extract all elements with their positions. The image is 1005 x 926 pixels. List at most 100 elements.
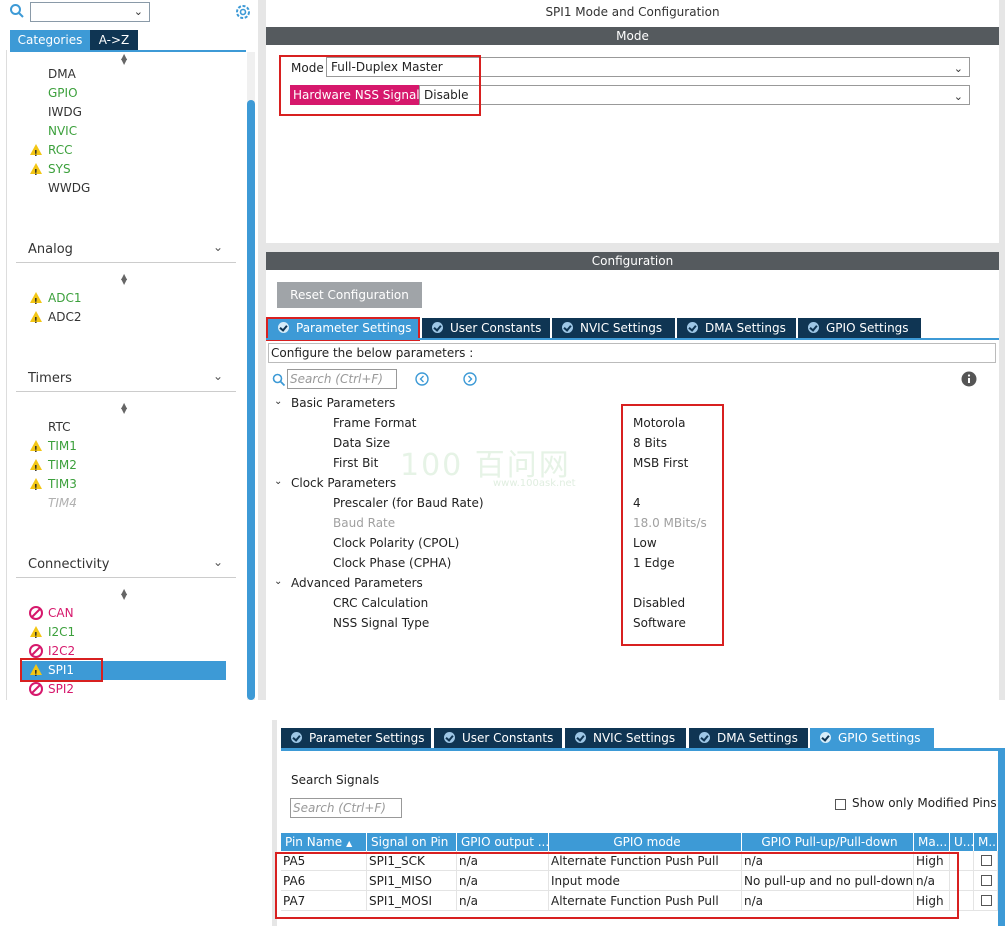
sort-icon[interactable]: ▲ ▼	[121, 588, 127, 601]
table-cell[interactable]	[974, 851, 998, 871]
category-item-label: I2C2	[48, 644, 76, 658]
search-icon[interactable]	[9, 3, 25, 19]
table-cell[interactable]	[974, 871, 998, 891]
scrollbar-thumb[interactable]	[247, 100, 255, 700]
divider	[16, 577, 236, 578]
chevron-down-icon[interactable]: ⌄	[213, 240, 223, 254]
category-item[interactable]: TIM3	[30, 475, 77, 497]
param-label: Clock Polarity (CPOL)	[333, 536, 460, 550]
tab-label: User Constants	[462, 731, 554, 745]
category-item[interactable]: ADC2	[30, 308, 81, 330]
column-header-modified[interactable]: M...	[974, 833, 998, 851]
search-icon	[272, 373, 286, 390]
chevron-down-icon: ⌄	[133, 5, 143, 18]
check-circle-icon	[687, 322, 698, 333]
splitter[interactable]	[258, 0, 266, 700]
tab-categories[interactable]: Categories	[10, 30, 90, 50]
warning-icon	[30, 292, 42, 311]
sort-icon[interactable]: ▲ ▼	[121, 402, 127, 415]
category-item-selected[interactable]: SPI1	[30, 661, 74, 683]
category-item[interactable]: NVIC	[48, 122, 77, 140]
warning-icon	[30, 163, 42, 182]
right-edge	[999, 0, 1005, 700]
category-item[interactable]: I2C1	[30, 623, 75, 645]
category-item[interactable]: SPI2	[29, 680, 74, 698]
column-header-mode[interactable]: GPIO mode	[549, 833, 742, 851]
group-basic-parameters[interactable]: Basic Parameters	[291, 394, 395, 412]
category-item-label: TIM3	[48, 477, 77, 491]
category-item[interactable]: TIM2	[30, 456, 77, 478]
category-item[interactable]: RTC	[48, 418, 70, 436]
divider	[16, 262, 236, 263]
reset-configuration-button[interactable]: Reset Configuration	[277, 282, 422, 308]
table-cell[interactable]	[974, 891, 998, 911]
show-modified-checkbox[interactable]	[835, 799, 846, 810]
check-circle-icon	[699, 732, 710, 743]
panel-border	[6, 50, 7, 700]
tab-gpio-settings[interactable]: GPIO Settings	[810, 728, 934, 748]
ban-icon	[29, 682, 43, 696]
chevron-down-icon[interactable]: ⌄	[274, 396, 282, 407]
previous-icon[interactable]	[415, 372, 429, 389]
tab-dma-settings[interactable]: DMA Settings	[689, 728, 808, 748]
category-item[interactable]: TIM1	[30, 437, 77, 459]
sort-icon[interactable]: ▲ ▼	[121, 273, 127, 286]
tab-a-z[interactable]: A->Z	[90, 30, 138, 50]
check-circle-icon	[575, 732, 586, 743]
gear-icon[interactable]	[234, 3, 252, 21]
info-icon[interactable]	[961, 371, 977, 390]
section-title-timers[interactable]: Timers	[28, 371, 72, 386]
modified-checkbox[interactable]	[981, 875, 992, 886]
tab-user-constants[interactable]: User Constants	[434, 728, 562, 748]
tab-nvic-settings[interactable]: NVIC Settings	[565, 728, 686, 748]
scrollbar[interactable]	[998, 751, 1005, 926]
signal-search-input[interactable]: Search (Ctrl+F)	[290, 798, 402, 818]
section-title-analog[interactable]: Analog	[28, 242, 73, 257]
group-advanced-parameters[interactable]: Advanced Parameters	[291, 574, 423, 592]
category-item[interactable]: WWDG	[48, 179, 90, 197]
sort-icon[interactable]: ▲ ▼	[121, 53, 127, 66]
modified-checkbox[interactable]	[981, 895, 992, 906]
column-header-pin-name[interactable]: Pin Name ▲	[281, 833, 367, 851]
check-circle-icon	[432, 322, 443, 333]
modified-checkbox[interactable]	[981, 855, 992, 866]
category-item[interactable]: DMA	[48, 65, 76, 83]
chevron-down-icon[interactable]: ⌄	[213, 369, 223, 383]
category-item[interactable]: TIM4	[48, 494, 77, 512]
param-label: NSS Signal Type	[333, 616, 430, 630]
next-icon[interactable]	[463, 372, 477, 389]
panel-title: SPI1 Mode and Configuration	[545, 5, 720, 19]
tab-gpio-settings[interactable]: GPIO Settings	[798, 318, 921, 338]
tab-nvic-settings[interactable]: NVIC Settings	[552, 318, 675, 338]
chevron-down-icon[interactable]: ⌄	[213, 555, 223, 569]
category-item[interactable]: RCC	[30, 141, 73, 163]
highlight-box	[621, 404, 724, 646]
group-clock-parameters[interactable]: Clock Parameters	[291, 474, 396, 492]
param-label: Prescaler (for Baud Rate)	[333, 496, 484, 510]
category-item[interactable]: IWDG	[48, 103, 82, 121]
param-label: CRC Calculation	[333, 596, 429, 610]
category-item[interactable]: ADC1	[30, 289, 81, 311]
parameter-search-input[interactable]: Search (Ctrl+F)	[287, 369, 397, 389]
column-header-pull[interactable]: GPIO Pull-up/Pull-down	[742, 833, 914, 851]
pane-splitter[interactable]	[266, 243, 999, 252]
divider	[16, 391, 236, 392]
column-header-signal[interactable]: Signal on Pin	[367, 833, 457, 851]
category-item[interactable]: SYS	[30, 160, 71, 182]
chevron-down-icon[interactable]: ⌄	[274, 476, 282, 487]
section-title-connectivity[interactable]: Connectivity	[28, 557, 109, 572]
category-item[interactable]: GPIO	[48, 84, 78, 102]
tab-label: NVIC Settings	[593, 731, 676, 745]
column-header-max[interactable]: Ma...	[914, 833, 950, 851]
column-header-output[interactable]: GPIO output ...	[457, 833, 549, 851]
tab-label: DMA Settings	[705, 321, 786, 335]
tab-parameter-settings[interactable]: Parameter Settings	[281, 728, 431, 748]
tab-user-constants[interactable]: User Constants	[422, 318, 550, 338]
category-search-combo[interactable]: ⌄	[30, 2, 150, 22]
tab-dma-settings[interactable]: DMA Settings	[677, 318, 796, 338]
column-header-user-label[interactable]: U...	[950, 833, 974, 851]
chevron-down-icon[interactable]: ⌄	[274, 576, 282, 587]
category-item[interactable]: CAN	[29, 604, 74, 622]
config-header: Configuration	[266, 252, 999, 270]
nss-select[interactable]: Disable ⌄	[419, 85, 970, 105]
